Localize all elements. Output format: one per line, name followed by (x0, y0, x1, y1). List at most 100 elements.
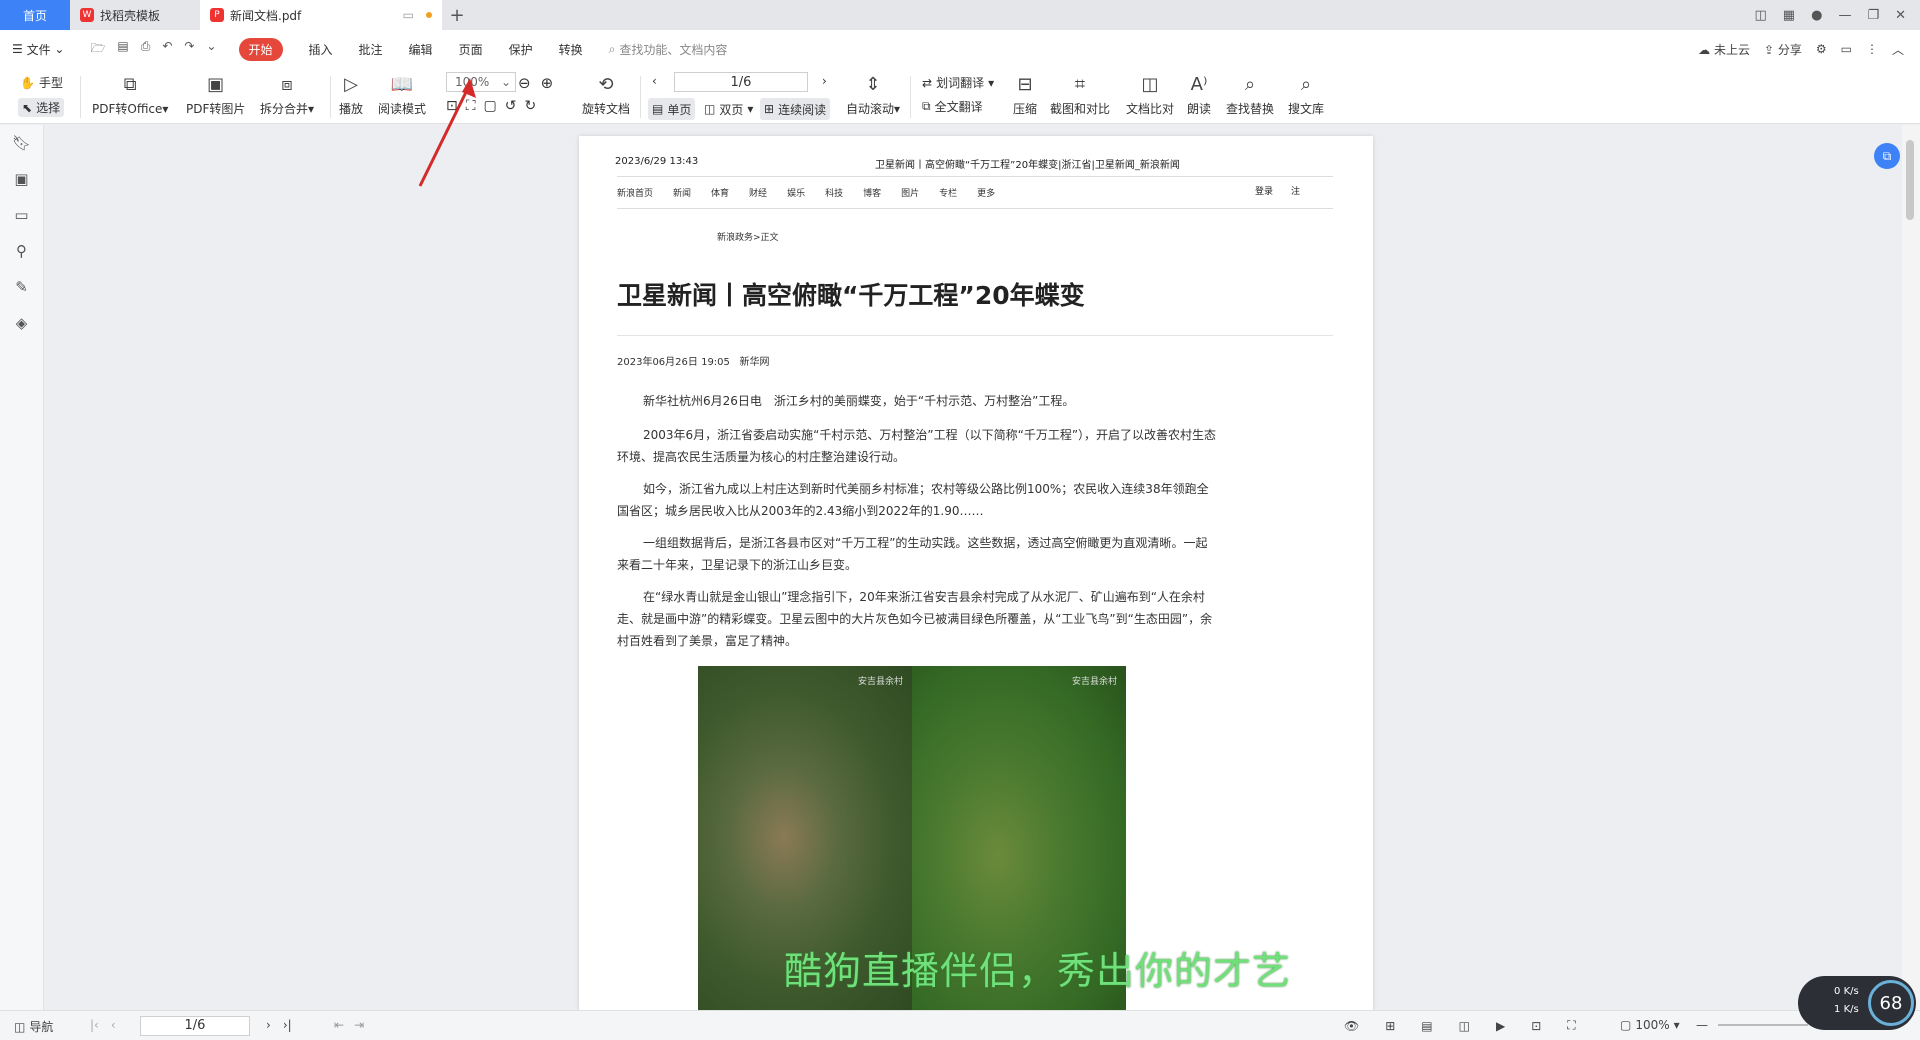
fit-width-icon[interactable]: ⛶ (466, 98, 476, 114)
close-button[interactable]: ✕ (1895, 8, 1906, 23)
cloud-status[interactable]: ☁ 未上云 (1698, 41, 1750, 58)
menu-edit[interactable]: 编辑 (409, 41, 433, 58)
page-input[interactable]: 1/6 (674, 72, 808, 92)
next-page-button[interactable]: › (822, 74, 827, 88)
minimize-button[interactable]: — (1838, 8, 1851, 23)
thumbnail-icon[interactable]: ▣ (0, 161, 43, 197)
status-page-input[interactable]: 1/6 (140, 1016, 250, 1036)
pdf-to-office-button[interactable]: ⧉ PDF转Office▾ (92, 72, 168, 117)
single-page-button[interactable]: ▤ 单页 (648, 98, 696, 120)
scrollbar-thumb[interactable] (1906, 140, 1914, 220)
more-icon[interactable]: ⌄ (206, 39, 216, 60)
prev-page-icon[interactable]: ‹ (111, 1018, 116, 1032)
new-tab-button[interactable]: + (442, 0, 472, 30)
fit-icon[interactable]: ⊡ (1531, 1019, 1541, 1033)
comment-icon[interactable]: ▭ (1841, 42, 1852, 56)
forward-icon[interactable]: ⇥ (354, 1018, 364, 1032)
zoom-status[interactable]: ▢ 100% ▾ (1620, 1018, 1680, 1032)
select-tool[interactable]: ⬉ 选择 (18, 98, 65, 117)
last-page-icon[interactable]: ›| (283, 1018, 292, 1032)
pdf-to-image-button[interactable]: ▣ PDF转图片 (186, 72, 245, 117)
word-translate-button[interactable]: ⇄ 划词翻译 ▾ (922, 74, 994, 91)
actual-size-icon[interactable]: ▢ (484, 98, 497, 114)
vertical-scrollbar[interactable] (1902, 125, 1920, 1010)
search-library-button[interactable]: ⌕ 搜文库 (1288, 72, 1324, 117)
signature-icon[interactable]: ✎ (0, 269, 43, 305)
menu-protect[interactable]: 保护 (509, 41, 533, 58)
double-view-icon[interactable]: ◫ (1459, 1019, 1470, 1033)
screenshot-compare-button[interactable]: ⌗ 截图和对比 (1050, 72, 1110, 117)
cpu-percent: 68 (1868, 980, 1914, 1026)
hand-tool[interactable]: ✋ 手型 (20, 74, 63, 91)
open-icon[interactable]: 🗁 (90, 39, 105, 60)
share-button[interactable]: ⇪ 分享 (1764, 41, 1802, 58)
single-view-icon[interactable]: ▤ (1421, 1019, 1432, 1033)
collapse-icon[interactable]: ︿ (1892, 41, 1904, 58)
bookmark-icon[interactable]: 🔖︎ (0, 125, 43, 161)
continuous-read-button[interactable]: ⊞ 连续阅读 (760, 98, 831, 120)
menu-start[interactable]: 开始 (238, 37, 283, 61)
tab-template[interactable]: W 找稻壳模板 (70, 0, 200, 30)
tab-home[interactable]: 首页 (0, 0, 70, 30)
nav-item: 博客 (863, 189, 882, 199)
rotate-doc-button[interactable]: ⟲ 旋转文档 (582, 72, 630, 117)
attachment-icon[interactable]: ⚲ (0, 233, 43, 269)
doc-compare-button[interactable]: ◫ 文档比对 (1126, 72, 1174, 117)
first-page-icon[interactable]: |‹ (90, 1018, 99, 1032)
undo-icon[interactable]: ↶ (162, 39, 172, 60)
function-search[interactable]: ⌕ 查找功能、文档内容 (609, 41, 728, 58)
floating-tool-icon[interactable]: ⧉ (1874, 143, 1900, 169)
tab-doc[interactable]: P 新闻文档.pdf ▭ (200, 0, 442, 30)
file-menu[interactable]: ☰ 文件 ⌄ (12, 41, 64, 58)
avatar[interactable]: ● (1811, 8, 1822, 23)
eye-icon[interactable]: 👁︎ (1344, 1019, 1359, 1033)
prev-page-button[interactable]: ‹ (652, 74, 657, 88)
continuous-view-icon[interactable]: ⊞ (1385, 1019, 1395, 1033)
layers-icon[interactable]: ◈ (0, 305, 43, 341)
zoom-select[interactable]: 100% ⌄ (446, 72, 516, 92)
crop-icon[interactable]: ⛶ (1567, 1018, 1575, 1033)
compress-label: 压缩 (1012, 102, 1037, 116)
zoom-in-icon[interactable]: ⊕ (541, 74, 554, 92)
daoke-logo-icon: W (80, 8, 94, 22)
split-merge-button[interactable]: ⧈ 拆分合并▾ (260, 72, 314, 117)
menu-insert[interactable]: 插入 (309, 41, 333, 58)
comment-panel-icon[interactable]: ▭ (0, 197, 43, 233)
fit-page-icon[interactable]: ⊡ (446, 98, 458, 114)
redo-icon[interactable]: ↷ (184, 39, 194, 60)
navigation-toggle[interactable]: ◫ 导航 (14, 1018, 53, 1035)
split-merge-label: 拆分合并 (260, 102, 309, 116)
zoom-slider-track[interactable] (1718, 1024, 1808, 1026)
zoom-out-icon[interactable]: ⊖ (518, 74, 531, 92)
paragraph: 在“绿水青山就是金山银山”理念指引下，20年来浙江省安吉县余村完成了从水泥厂、矿… (617, 590, 1213, 648)
next-page-icon[interactable]: › (266, 1018, 271, 1032)
find-replace-button[interactable]: ⌕ 查找替换 (1226, 72, 1274, 117)
layout-icon[interactable]: ◫ (1755, 8, 1767, 23)
full-translate-button[interactable]: ⧉ 全文翻译 (922, 98, 983, 115)
compress-button[interactable]: ⊟ 压缩 (1012, 72, 1038, 117)
speaker-icon: A⁾ (1190, 73, 1208, 95)
read-mode-button[interactable]: 📖 阅读模式 (378, 72, 426, 117)
divider (617, 335, 1333, 336)
page-nav-end: › ›| (266, 1018, 292, 1032)
left-sidebar: 🔖︎ ▣ ▭ ⚲ ✎ ◈ (0, 125, 44, 1010)
restore-button[interactable]: ❐ (1867, 8, 1879, 23)
play-mode-icon[interactable]: ▶ (1496, 1019, 1505, 1033)
play-button[interactable]: ▷ 播放 (338, 72, 364, 117)
grid-icon[interactable]: ▦ (1783, 8, 1795, 23)
double-page-button[interactable]: ◫ 双页 ▾ (700, 98, 757, 120)
nav-item: 专栏 (939, 189, 958, 199)
print-icon[interactable]: ⎙ (141, 39, 151, 60)
auto-scroll-button[interactable]: ⇕ 自动滚动▾ (846, 72, 900, 117)
kebab-icon[interactable]: ⋮ (1866, 42, 1878, 56)
menu-convert[interactable]: 转换 (559, 41, 583, 58)
save-icon[interactable]: ▤ (117, 39, 128, 60)
menu-page[interactable]: 页面 (459, 41, 483, 58)
settings-icon[interactable]: ⚙ (1816, 42, 1827, 56)
read-aloud-button[interactable]: A⁾ 朗读 (1186, 72, 1212, 117)
menu-annotate[interactable]: 批注 (359, 41, 383, 58)
rotate-left-icon[interactable]: ↺ (505, 98, 517, 114)
rotate-right-icon[interactable]: ↻ (525, 98, 537, 114)
back-icon[interactable]: ⇤ (334, 1018, 344, 1032)
zoom-slider[interactable]: — (1696, 1018, 1814, 1032)
